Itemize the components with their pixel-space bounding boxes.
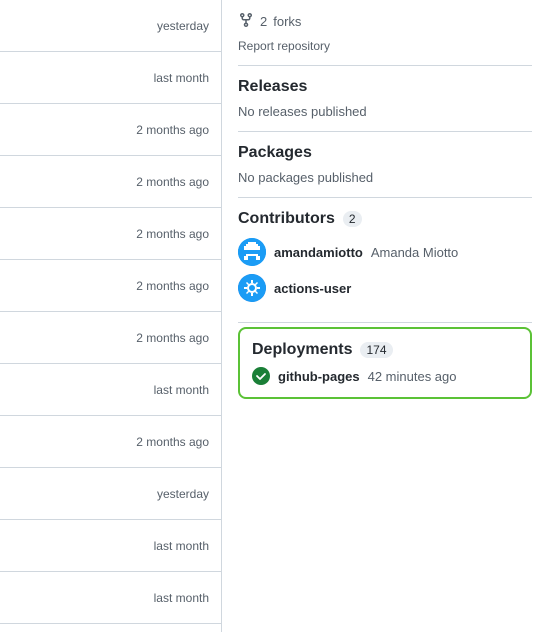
timestamp-row: yesterday — [0, 468, 221, 520]
packages-heading: Packages — [238, 144, 532, 162]
timestamp-text: 2 months ago — [136, 227, 209, 241]
contributors-count-badge: 2 — [343, 211, 362, 227]
contributor-username: actions-user — [274, 281, 351, 296]
timestamp-row: last month — [0, 520, 221, 572]
right-sidebar-column: 2 forks Report repository Releases No re… — [222, 0, 548, 632]
forks-label: forks — [273, 14, 301, 29]
timestamp-text: yesterday — [157, 19, 209, 33]
forks-section: 2 forks Report repository — [238, 0, 532, 66]
contributors-heading-row: Contributors 2 — [238, 210, 532, 228]
releases-section: Releases No releases published — [238, 66, 532, 132]
timestamp-text: last month — [154, 71, 209, 85]
avatar — [238, 238, 266, 266]
page-layout: yesterday last month 2 months ago 2 mont… — [0, 0, 548, 632]
timestamp-text: 2 months ago — [136, 435, 209, 449]
timestamp-row: 2 months ago — [0, 416, 221, 468]
timestamp-text: yesterday — [157, 487, 209, 501]
deployments-heading: Deployments — [252, 341, 352, 359]
deployments-section: Deployments 174 github-pages 42 minutes … — [238, 327, 532, 399]
deployments-count-badge: 174 — [360, 342, 392, 358]
timestamp-row: 2 months ago — [0, 260, 221, 312]
deployments-heading-row: Deployments 174 — [252, 341, 518, 359]
contributor-fullname: Amanda Miotto — [371, 245, 458, 260]
timestamp-row: 2 months ago — [0, 104, 221, 156]
deployment-success-icon — [252, 367, 270, 385]
timestamp-text: last month — [154, 539, 209, 553]
left-timestamps-column: yesterday last month 2 months ago 2 mont… — [0, 0, 222, 632]
report-repository-link[interactable]: Report repository — [238, 39, 330, 53]
contributors-heading: Contributors — [238, 210, 335, 228]
timestamp-row: 2 months ago — [0, 208, 221, 260]
releases-empty-text: No releases published — [238, 104, 532, 119]
timestamp-text: 2 months ago — [136, 331, 209, 345]
timestamp-text: 2 months ago — [136, 123, 209, 137]
forks-row: 2 forks — [238, 12, 532, 31]
packages-empty-text: No packages published — [238, 170, 532, 185]
contributor-username: amandamiotto — [274, 245, 363, 260]
packages-section: Packages No packages published — [238, 132, 532, 198]
deployment-name: github-pages — [278, 369, 360, 384]
timestamp-text: 2 months ago — [136, 279, 209, 293]
fork-icon — [238, 12, 254, 31]
timestamp-row: last month — [0, 572, 221, 624]
timestamp-text: last month — [154, 383, 209, 397]
timestamp-row: 2 months ago — [0, 312, 221, 364]
deployment-row[interactable]: github-pages 42 minutes ago — [252, 367, 518, 385]
timestamp-row: yesterday — [0, 0, 221, 52]
timestamp-text: 2 months ago — [136, 175, 209, 189]
timestamp-row: last month — [0, 52, 221, 104]
contributor-row[interactable]: amandamiotto Amanda Miotto — [238, 238, 532, 266]
timestamp-text: last month — [154, 591, 209, 605]
contributors-section: Contributors 2 — [238, 198, 532, 323]
contributor-row[interactable]: actions-user — [238, 274, 532, 302]
releases-heading: Releases — [238, 78, 532, 96]
forks-count: 2 — [260, 14, 267, 29]
timestamp-row: 2 months ago — [0, 156, 221, 208]
avatar — [238, 274, 266, 302]
deployment-time: 42 minutes ago — [368, 369, 457, 384]
timestamp-row: last month — [0, 364, 221, 416]
